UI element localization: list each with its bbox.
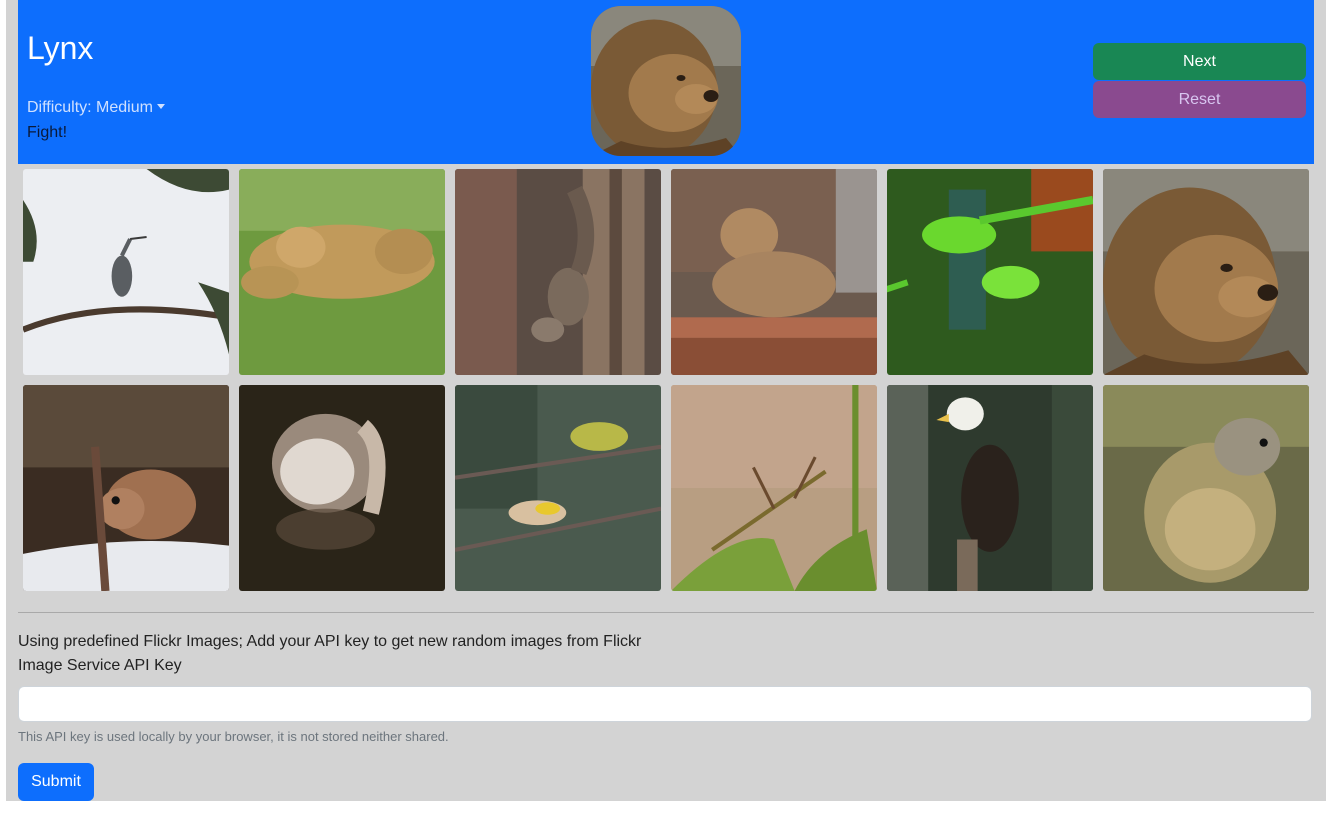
- vole-image: [23, 385, 229, 591]
- divider: [18, 612, 1314, 613]
- game-header: Lynx Difficulty: Medium Fight! Next Rese…: [18, 0, 1314, 164]
- heron-image: [23, 169, 229, 375]
- game-status: Fight!: [27, 124, 68, 141]
- image-tile-vole[interactable]: [23, 385, 229, 591]
- api-key-input[interactable]: [18, 686, 1312, 722]
- image-tile-marmot[interactable]: [1103, 385, 1309, 591]
- submit-button[interactable]: Submit: [18, 763, 94, 801]
- flickr-info-text: Using predefined Flickr Images; Add your…: [18, 633, 642, 650]
- app-container: Lynx Difficulty: Medium Fight! Next Rese…: [6, 0, 1326, 801]
- lynx-image: [671, 169, 877, 375]
- caret-down-icon: [156, 104, 165, 109]
- target-image: [591, 6, 741, 156]
- insect-image: [671, 385, 877, 591]
- image-tile-squirrel[interactable]: [455, 169, 661, 375]
- target-animal-title: Lynx: [27, 30, 94, 66]
- squirrel-image: [455, 169, 661, 375]
- api-key-label: Image Service API Key: [18, 657, 182, 674]
- finches-image: [455, 385, 661, 591]
- image-grid: [23, 169, 1309, 591]
- parakeets-image: [887, 169, 1093, 375]
- image-tile-lynx[interactable]: [671, 169, 877, 375]
- image-tile-heron[interactable]: [23, 169, 229, 375]
- image-tile-insect[interactable]: [671, 385, 877, 591]
- eagle-image: [887, 385, 1093, 591]
- lion-image: [591, 6, 741, 156]
- lion-image: [1103, 169, 1309, 375]
- difficulty-dropdown[interactable]: Difficulty: Medium: [27, 99, 165, 117]
- image-tile-swan[interactable]: [239, 385, 445, 591]
- image-tile-lion[interactable]: [1103, 169, 1309, 375]
- reset-button[interactable]: Reset: [1093, 81, 1306, 118]
- image-tile-lions[interactable]: [239, 169, 445, 375]
- difficulty-label: Difficulty: Medium: [27, 99, 153, 116]
- swan-image: [239, 385, 445, 591]
- lions-image: [239, 169, 445, 375]
- image-tile-eagle[interactable]: [887, 385, 1093, 591]
- next-button[interactable]: Next: [1093, 43, 1306, 80]
- image-tile-parakeets[interactable]: [887, 169, 1093, 375]
- image-tile-finches[interactable]: [455, 385, 661, 591]
- api-key-help-text: This API key is used locally by your bro…: [18, 729, 449, 744]
- marmot-image: [1103, 385, 1309, 591]
